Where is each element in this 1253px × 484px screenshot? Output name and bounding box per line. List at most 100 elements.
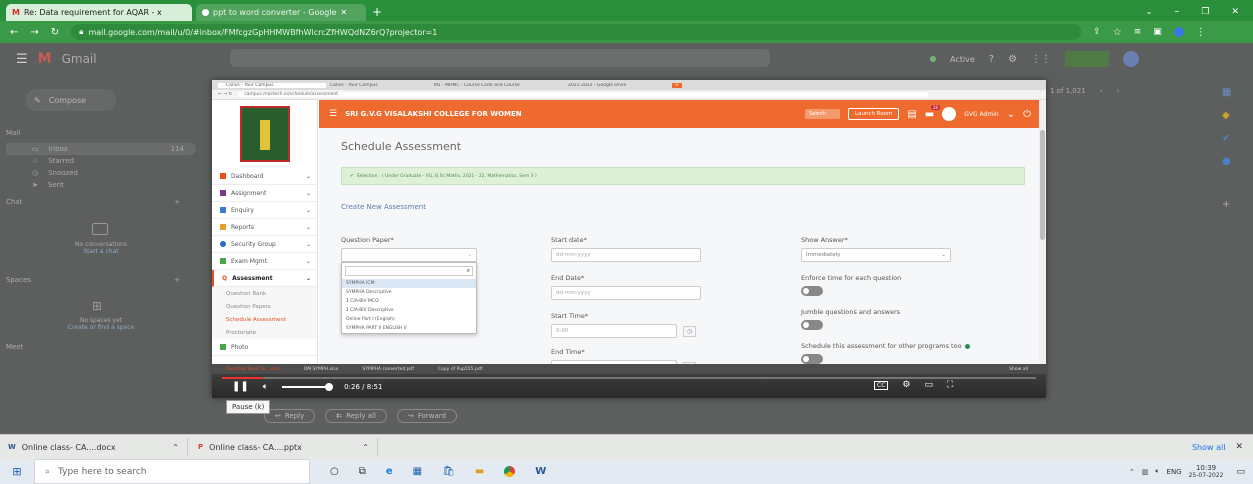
settings-gear-icon[interactable]: ⚙ — [902, 380, 910, 390]
contacts-icon[interactable]: ● — [1222, 156, 1231, 167]
speaker-icon[interactable]: 🔈︎ — [1155, 467, 1159, 476]
tasks-icon[interactable]: ✔ — [1222, 133, 1231, 144]
start-date-label: Start date* — [551, 236, 587, 244]
avatar[interactable] — [1123, 51, 1140, 67]
clock[interactable]: 10:39 25-07-2022 — [1189, 464, 1224, 480]
mail-app-icon[interactable]: ▦ — [413, 466, 422, 477]
reply-all-button[interactable]: ⇇ Reply all — [325, 409, 387, 423]
spaces-cta-link[interactable]: Create or find a space — [6, 324, 196, 331]
browser-tab-active[interactable]: M Re: Data requirement for AQAR - x — [6, 4, 192, 21]
search-icon: ⌕ — [466, 267, 470, 274]
volume-icon[interactable]: 🔈︎ — [263, 382, 268, 392]
store-icon[interactable]: 🛍︎ — [442, 466, 455, 477]
forward-icon[interactable]: → — [30, 27, 38, 38]
bookmark-star-icon[interactable]: ☆ — [1113, 27, 1122, 38]
windows-start-icon[interactable]: ⊞ — [0, 465, 34, 478]
taskbar-search[interactable]: ⌕ Type here to search — [34, 459, 310, 484]
pause-icon[interactable]: ❚❚ — [232, 381, 249, 392]
reload-icon[interactable]: ↻ — [51, 27, 59, 38]
settings-icon[interactable]: ⚙ — [1008, 54, 1017, 65]
keep-icon[interactable]: ◆ — [1222, 110, 1231, 121]
pagination-text: 1 of 1,021 — [1050, 87, 1086, 95]
user-name: GVG Admin — [964, 110, 999, 118]
browser-tab[interactable]: ppt to word converter - Google ✕ — [196, 4, 366, 21]
video-progress-track[interactable] — [222, 377, 1036, 379]
sidepanel-icon[interactable]: ▣ — [1153, 27, 1162, 37]
calendar-icon[interactable]: ▦ — [1222, 87, 1231, 98]
language-indicator[interactable]: ENG — [1167, 468, 1182, 476]
status-label[interactable]: Active — [950, 55, 975, 64]
task-view-icon[interactable]: ⧉ — [359, 466, 366, 477]
tray-arrow-icon[interactable]: ⌃ — [1129, 468, 1135, 476]
spaces-add-icon[interactable]: + — [174, 276, 196, 284]
dashboard-icon — [220, 173, 226, 179]
captions-icon[interactable]: CC — [874, 380, 889, 390]
file-explorer-icon[interactable]: ▬ — [475, 466, 484, 477]
reply-button[interactable]: ↩ Reply — [264, 409, 316, 423]
extensions-icon[interactable]: ≡ — [1134, 27, 1142, 37]
maximize-icon[interactable]: ❐ — [1201, 7, 1209, 17]
next-page-icon[interactable]: › — [1117, 87, 1120, 95]
close-downloads-icon[interactable]: ✕ — [1235, 442, 1253, 452]
nav-sent[interactable]: ➤ Sent — [6, 179, 196, 191]
url-text: mail.google.com/mail/u/0/#inbox/FMfcgzGp… — [88, 27, 438, 37]
minimize-icon[interactable]: – — [1174, 6, 1179, 17]
new-tab-button[interactable]: + — [372, 5, 382, 19]
side-add-icon[interactable]: + — [1222, 199, 1231, 210]
download-item[interactable]: W Online class- CA....docx ⌃ — [8, 438, 188, 456]
selection-banner: ✔ Selection : ( Under Graduate - VG, B.S… — [341, 167, 1025, 185]
create-title: Create New Assessment — [341, 203, 426, 211]
fullscreen-icon[interactable]: ⛶ — [947, 380, 953, 390]
gmail-search-box[interactable] — [230, 49, 770, 67]
cortana-icon[interactable]: ○ — [330, 466, 339, 477]
volume-slider[interactable] — [282, 382, 334, 391]
sidebar-item-assessment: Q Assessment ⌄ — [212, 270, 317, 287]
chevron-up-icon[interactable]: ⌃ — [172, 443, 187, 452]
chat-add-icon[interactable]: + — [174, 198, 196, 206]
network-icon[interactable]: ▥ — [1142, 468, 1149, 476]
snoozed-label: Snoozed — [48, 169, 78, 177]
main-menu-icon[interactable]: ☰ — [16, 52, 28, 67]
video-player[interactable]: Canvs - Your Campus Canvs - Your Campus … — [212, 80, 1046, 398]
inbox-label: Inbox — [48, 145, 68, 153]
nav-inbox[interactable]: ▭ Inbox 114 — [6, 143, 196, 155]
back-icon[interactable]: ← — [10, 27, 18, 38]
tab-search-icon[interactable]: ⌄ — [1146, 7, 1153, 16]
windows-taskbar: ⊞ ⌕ Type here to search ○ ⧉ e ▦ 🛍︎ ▬ W ⌃… — [0, 459, 1253, 484]
sent-label: Sent — [47, 181, 64, 189]
share-icon[interactable]: ⇪ — [1093, 27, 1101, 37]
miniplayer-icon[interactable]: ▭ — [924, 380, 933, 390]
chat-heading: Chat — [6, 198, 23, 206]
chat-empty-icon — [92, 223, 108, 235]
url-bar[interactable]: 🔒︎ mail.google.com/mail/u/0/#inbox/FMfcg… — [71, 24, 1082, 40]
word-app-icon[interactable]: W — [535, 466, 546, 477]
tooltip-text: Pause (k) — [232, 403, 265, 411]
profile-icon[interactable] — [1173, 27, 1184, 37]
enquiry-icon — [220, 207, 226, 213]
chat-start-link[interactable]: Start a chat — [6, 248, 196, 255]
start-time-label: Start Time* — [551, 312, 589, 320]
volume-knob[interactable] — [325, 382, 334, 391]
download-item[interactable]: P Online class- CA....pptx ⌃ — [198, 438, 378, 456]
player-left-controls: ❚❚ 🔈︎ 0:26 / 8:51 — [232, 381, 382, 392]
compose-button[interactable]: ✎ Compose — [26, 89, 116, 111]
question-paper-dropdown: ⌕ SYMPHA ICM SYMPHA Descriptive 1 CIA-BI… — [341, 262, 477, 334]
nav-starred[interactable]: ☆ Starred — [6, 155, 196, 167]
edge-icon[interactable]: e — [386, 466, 393, 477]
spaces-heading-row: Spaces + — [6, 273, 196, 287]
window-close-icon[interactable]: ✕ — [1231, 7, 1239, 17]
end-time-label: End Time* — [551, 348, 585, 356]
selection-text: Selection : ( Under Graduate - VG, B.Sc … — [356, 173, 537, 179]
forward-button[interactable]: ↪ Forward — [396, 409, 457, 423]
prev-page-icon[interactable]: ‹ — [1100, 87, 1103, 95]
nav-snoozed[interactable]: ◷ Snoozed — [6, 167, 196, 179]
chrome-icon[interactable] — [504, 466, 516, 477]
menu-icon[interactable]: ⋮ — [1196, 27, 1206, 38]
apps-icon[interactable]: ⋮⋮ — [1031, 54, 1051, 65]
sidebar-label: Exam Mgmt. — [231, 257, 269, 265]
help-icon[interactable]: ? — [989, 54, 994, 65]
show-all-button[interactable]: Show all — [1192, 443, 1225, 452]
notifications-icon[interactable]: ▭ — [1230, 467, 1245, 477]
chevron-up-icon[interactable]: ⌃ — [362, 443, 377, 452]
close-icon[interactable]: ✕ — [340, 8, 347, 17]
